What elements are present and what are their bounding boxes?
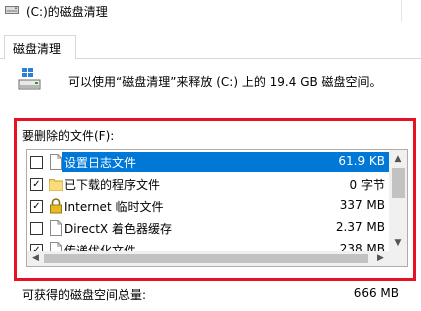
item-label-area: DirectX 着色器缓存 2.37 MB	[62, 218, 389, 238]
title-divider	[401, 0, 402, 22]
list-item[interactable]: DirectX 着色器缓存 2.37 MB	[27, 217, 390, 239]
item-name: 设置日志文件	[64, 156, 137, 170]
summary-text: 可以使用“磁盘清理”来释放 (C:) 上的 19.4 GB 磁盘空间。	[68, 75, 382, 89]
checkbox[interactable]: ✓	[30, 178, 43, 191]
checkbox[interactable]	[30, 156, 43, 169]
item-size: 61.9 KB	[338, 154, 385, 168]
scroll-right-icon[interactable]: ▶	[373, 251, 388, 266]
vertical-scroll-thumb[interactable]	[392, 168, 405, 198]
drive-icon	[18, 66, 42, 94]
item-size: 337 MB	[339, 198, 385, 212]
item-label-area: Internet 临时文件 337 MB	[62, 196, 389, 216]
total-space-label: 可获得的磁盘空间总量:	[22, 288, 147, 302]
selection-highlight: 设置日志文件 61.9 KB	[62, 152, 389, 172]
checkbox[interactable]: ✓	[30, 200, 43, 213]
scroll-up-icon[interactable]: ▲	[389, 151, 407, 167]
list-item[interactable]: 设置日志文件 61.9 KB	[27, 151, 390, 173]
lock-icon	[49, 198, 63, 214]
scroll-down-icon[interactable]: ▼	[389, 235, 407, 251]
blank-file-icon	[49, 154, 63, 170]
list-item[interactable]: ✓ Internet 临时文件 337 MB	[27, 195, 390, 217]
window-title: (C:)的磁盘清理	[26, 5, 108, 19]
scroll-left-icon[interactable]: ◀	[28, 251, 43, 266]
list-item[interactable]: ✓ 已下载的程序文件 0 字节	[27, 173, 390, 195]
item-name: 已下载的程序文件	[64, 178, 161, 192]
total-space-value: 666 MB	[353, 286, 399, 300]
item-label-area: 已下载的程序文件 0 字节	[62, 174, 389, 194]
blank-file-icon	[49, 220, 63, 236]
item-size: 0 字节	[349, 178, 385, 192]
tab-label: 磁盘清理	[13, 42, 62, 56]
horizontal-scroll-thumb[interactable]	[44, 254, 368, 263]
item-name: DirectX 着色器缓存	[64, 222, 172, 236]
files-list[interactable]: 设置日志文件 61.9 KB ✓ 已下载的程序文件 0 字节 ✓ Interne…	[26, 149, 408, 267]
item-size: 2.37 MB	[335, 220, 385, 234]
files-to-delete-label: 要删除的文件(F):	[22, 129, 115, 143]
item-name: Internet 临时文件	[64, 200, 164, 214]
checkbox[interactable]	[30, 222, 43, 235]
folder-icon	[49, 176, 63, 192]
disk-cleanup-icon	[5, 4, 19, 16]
tab-disk-cleanup[interactable]: 磁盘清理	[4, 35, 76, 59]
